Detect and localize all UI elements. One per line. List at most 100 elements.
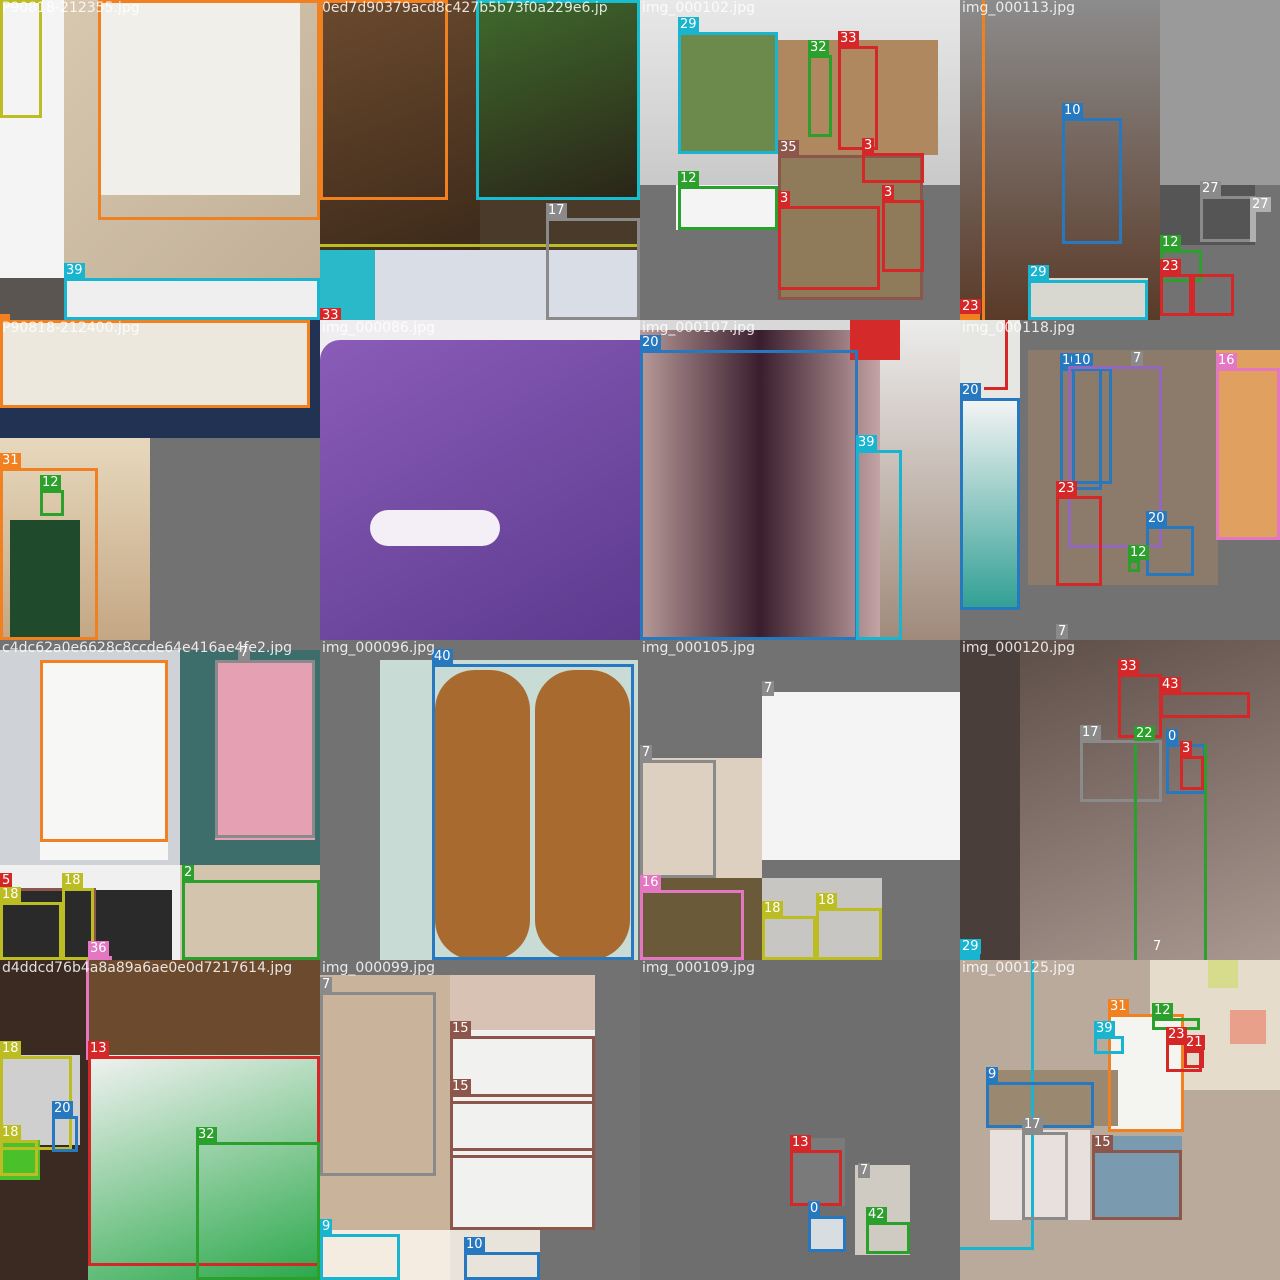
- bbox-label: 18: [0, 887, 21, 902]
- tile-filename: img_000118.jpg: [962, 320, 1075, 336]
- bbox: 18: [762, 901, 816, 960]
- bbox-label: 15: [1092, 1135, 1113, 1150]
- bbox: 32: [808, 40, 832, 137]
- bbox-label: 27: [1250, 197, 1271, 212]
- bbox-label: 3: [882, 185, 895, 200]
- bbox-label: 21: [1184, 1035, 1205, 1050]
- bbox: 7: [215, 645, 315, 838]
- bbox: [476, 0, 640, 200]
- bbox-label: 15: [450, 1021, 471, 1036]
- tile-filename: img_000113.jpg: [962, 0, 1075, 16]
- bbox: 20: [52, 1101, 78, 1152]
- bbox-label: 17: [546, 203, 567, 218]
- bbox: 43: [1160, 677, 1250, 718]
- tile-filename: img_000099.jpg: [322, 960, 435, 976]
- tile-filename: img_000102.jpg: [642, 0, 755, 16]
- bbox: [0, 0, 42, 118]
- bbox: 21: [1184, 1035, 1205, 1068]
- bbox-label: 13: [790, 1135, 811, 1150]
- bbox-label: 27: [1200, 181, 1221, 196]
- tile-filename: img_000105.jpg: [642, 640, 755, 656]
- bbox: 7: [858, 1163, 908, 1206]
- tile-filename: 0ed7d90379acd8c427b5b73f0a229e6.jp: [322, 0, 608, 16]
- bbox-label: 36: [88, 941, 109, 956]
- bbox-label: 32: [808, 40, 829, 55]
- mosaic-tile: img_000120.jpg 33 43 17 22 0 3 29 7: [960, 640, 1280, 960]
- bbox-label: 33: [838, 31, 859, 46]
- bbox-label: 3: [862, 138, 875, 153]
- bbox: [450, 1148, 595, 1230]
- bbox: [40, 660, 168, 842]
- bbox-label: 29: [678, 17, 699, 32]
- bbox: 3: [882, 185, 924, 272]
- mosaic-tile: img_000099.jpg 7 15 15 9 10: [320, 960, 640, 1280]
- bbox-label: 18: [0, 1041, 21, 1056]
- tile-filename: d4ddcd76b4a8a89a6ae0e0d7217614.jpg: [2, 960, 293, 976]
- bbox-label: 20: [1146, 511, 1167, 526]
- bbox: 20: [640, 335, 858, 640]
- mosaic-tile: img_000113.jpg 10 27 27 12 23 29 23: [960, 0, 1280, 320]
- bbox-label: 12: [1160, 235, 1181, 250]
- bbox: 12: [678, 171, 778, 230]
- bbox-label: 5: [0, 873, 13, 888]
- bbox-label: 40: [432, 649, 453, 664]
- bbox: 10: [464, 1237, 540, 1280]
- bbox: 27: [1200, 181, 1256, 242]
- bbox: 32: [196, 1127, 320, 1280]
- bbox-label: 31: [1108, 999, 1129, 1014]
- bbox: 18: [0, 1125, 38, 1176]
- bbox-label: 9: [986, 1067, 999, 1082]
- bbox-label: 7: [762, 681, 775, 696]
- bbox: 29: [1028, 265, 1148, 320]
- bbox: 17: [1080, 725, 1162, 802]
- bbox: 22: [1134, 726, 1155, 960]
- mosaic-tile: img_000086.jpg: [320, 320, 640, 640]
- mosaic-tile: img_000109.jpg 13 7 0 42: [640, 960, 960, 1280]
- bbox-label: 23: [1160, 259, 1181, 274]
- bbox: 42: [866, 1207, 910, 1254]
- bbox: 39: [856, 435, 902, 640]
- bbox: 29: [678, 17, 778, 154]
- bbox: [1192, 274, 1234, 316]
- tile-filename: img_000125.jpg: [962, 960, 1075, 976]
- bbox: 40: [432, 649, 634, 960]
- bbox: 7: [640, 745, 716, 878]
- bbox-label: 7: [1131, 351, 1144, 366]
- mosaic-tile: img_000105.jpg 7 7 16 18 18: [640, 640, 960, 960]
- bbox-label: 18: [62, 873, 83, 888]
- bbox-label: 9: [320, 1219, 333, 1234]
- tile-filename: img_000107.jpg: [642, 320, 755, 336]
- bbox-label: 0: [1166, 729, 1179, 744]
- bbox-label: 16: [640, 875, 661, 890]
- tile-filename: c4dc62a0e6628c8ccde64e416ae4fe2.jpg: [2, 640, 293, 656]
- bbox: 18: [816, 893, 882, 960]
- bbox: 13: [790, 1135, 842, 1206]
- bbox-label: 12: [40, 475, 61, 490]
- bbox-label: 3: [778, 191, 791, 206]
- mosaic-tile: P90818-212400.jpg 31 12: [0, 320, 320, 640]
- bbox-label: 7: [640, 745, 653, 760]
- bbox: 39: [1094, 1021, 1124, 1054]
- bbox-label: 12: [1128, 545, 1149, 560]
- bbox: [320, 0, 448, 200]
- bbox: 23: [1160, 259, 1192, 316]
- mosaic-tile: img_000125.jpg 31 12 39 23 21 9 17 15: [960, 960, 1280, 1280]
- bbox-label: 39: [1094, 1021, 1115, 1036]
- bbox-label: 10: [464, 1237, 485, 1252]
- bbox-label: 7: [858, 1163, 871, 1178]
- mosaic-tile: img_000102.jpg 29 32 33 35 3 12 3 3: [640, 0, 960, 320]
- bbox-label: 20: [960, 383, 981, 398]
- tile-filename: img_000096.jpg: [322, 640, 435, 656]
- mosaic-tile: d4ddcd76b4a8a89a6ae0e0d7217614.jpg 18 20…: [0, 960, 320, 1280]
- bbox-label: 29: [960, 939, 981, 954]
- tile-filename: img_000120.jpg: [962, 640, 1075, 656]
- bbox-label: 23: [960, 299, 981, 314]
- bbox: 17: [1022, 1117, 1068, 1220]
- bbox: 18: [0, 887, 62, 960]
- bbox-label: 16: [1216, 353, 1237, 368]
- bbox-label: 33: [320, 308, 341, 320]
- tile-filename: P90818-212400.jpg: [2, 320, 140, 336]
- mosaic-tile: 0ed7d90379acd8c427b5b73f0a229e6.jp 17 33: [320, 0, 640, 320]
- bbox-label: 39: [64, 263, 85, 278]
- bbox: 10: [1062, 103, 1122, 244]
